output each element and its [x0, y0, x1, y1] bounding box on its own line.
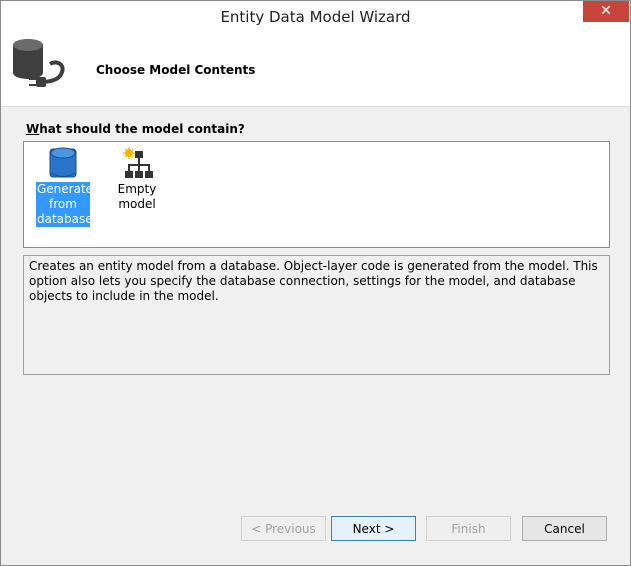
cancel-button[interactable]: Cancel: [522, 516, 607, 541]
close-button[interactable]: ✕: [583, 1, 629, 22]
previous-button[interactable]: < Previous: [241, 516, 326, 541]
model-contents-list[interactable]: Generate from database Empty model: [23, 141, 610, 248]
option-label: Generate from database: [36, 182, 94, 227]
question-label: What should the model contain?: [26, 122, 245, 136]
wizard-window: Entity Data Model Wizard ✕ Choose Model …: [0, 0, 631, 566]
option-generate-from-database[interactable]: Generate from database: [36, 146, 94, 227]
question-text: hat should the model contain?: [39, 122, 245, 136]
option-empty-model[interactable]: Empty model: [98, 146, 176, 212]
title-bar[interactable]: Entity Data Model Wizard ✕: [1, 1, 630, 32]
window-title: Entity Data Model Wizard: [220, 8, 411, 26]
database-icon: [49, 147, 77, 178]
option-label: Empty model: [117, 182, 157, 211]
close-icon: ✕: [600, 3, 612, 19]
wizard-header: Choose Model Contents: [1, 32, 630, 107]
hierarchy-icon: [123, 147, 153, 178]
next-button[interactable]: Next >: [331, 516, 416, 541]
option-description: Creates an entity model from a database.…: [23, 255, 610, 375]
finish-button[interactable]: Finish: [426, 516, 511, 541]
accesskey-char: W: [26, 122, 40, 136]
page-title: Choose Model Contents: [96, 63, 256, 77]
database-plug-icon: [13, 39, 65, 87]
